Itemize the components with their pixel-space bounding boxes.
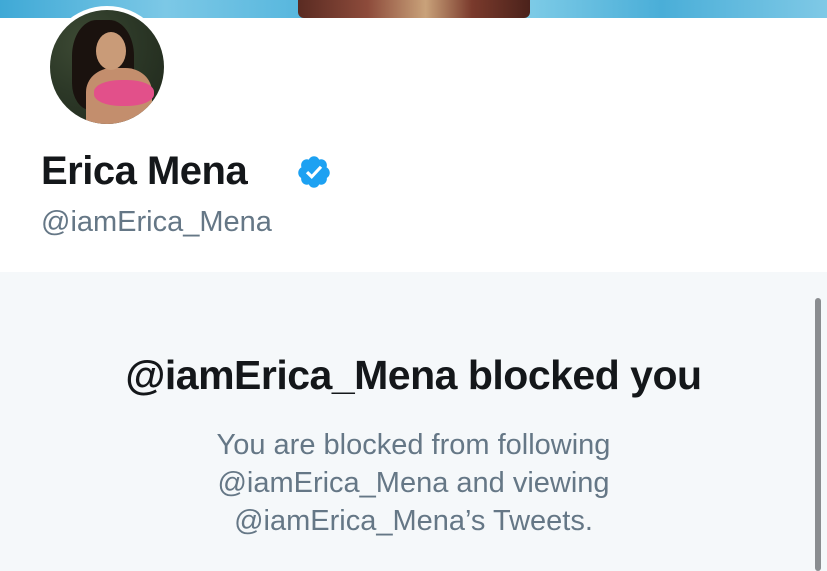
profile-handle: @iamErica_Mena bbox=[41, 206, 272, 238]
profile-header: Erica Mena @iamErica_Mena bbox=[0, 6, 827, 272]
blocked-description: You are blocked from following @iamErica… bbox=[0, 426, 827, 540]
blocked-description-line: @iamErica_Mena and viewing bbox=[217, 467, 610, 499]
verified-badge-icon bbox=[298, 156, 330, 188]
blocked-title: @iamErica_Mena blocked you bbox=[125, 352, 702, 398]
avatar-image bbox=[50, 10, 164, 124]
scrollbar[interactable] bbox=[815, 298, 821, 571]
banner-photo bbox=[298, 0, 530, 18]
blocked-description-line: @iamErica_Mena’s Tweets. bbox=[234, 505, 593, 537]
display-name: Erica Mena bbox=[41, 149, 248, 193]
avatar[interactable] bbox=[46, 6, 168, 128]
blocked-notice: @iamErica_Mena blocked you You are block… bbox=[0, 272, 827, 571]
blocked-description-line: You are blocked from following bbox=[216, 429, 611, 461]
